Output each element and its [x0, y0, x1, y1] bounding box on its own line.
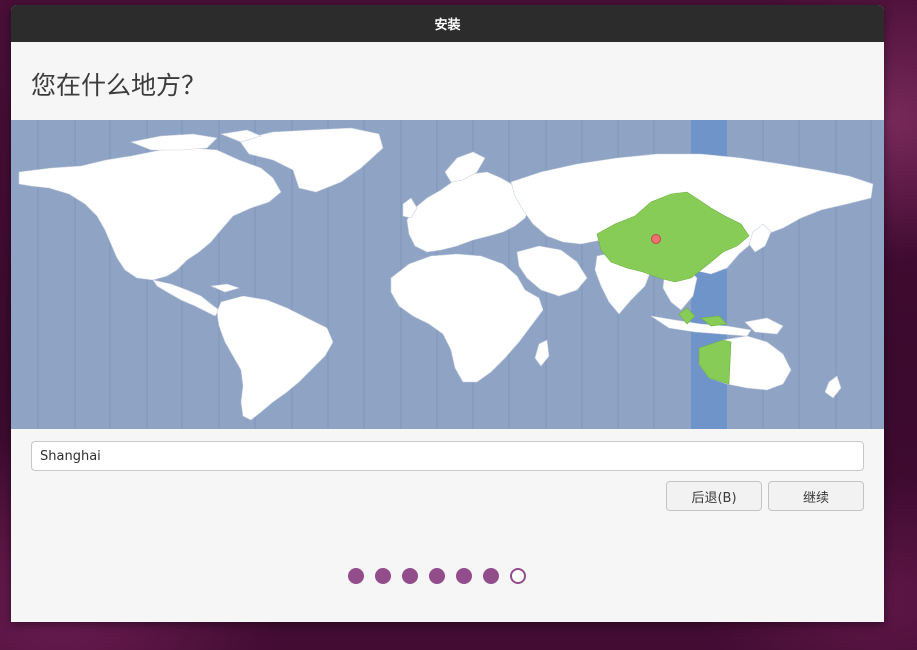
progress-dot-step-7-current [509, 568, 526, 584]
page-title: 您在什么地方？ [31, 71, 207, 100]
back-button[interactable]: 后退(B) [666, 481, 762, 511]
location-input[interactable] [31, 441, 864, 471]
installer-window: 安装 您在什么地方？ Shanghai 后退(B) 继续 [11, 5, 884, 622]
progress-dot-step-4 [428, 568, 445, 584]
progress-dot-step-1 [347, 568, 364, 584]
window-title: 安装 [434, 18, 461, 33]
window-titlebar[interactable]: 安装 [11, 5, 884, 42]
progress-dot-step-5 [455, 568, 472, 584]
progress-dot-step-6 [482, 568, 499, 584]
progress-dot-step-2 [374, 568, 391, 584]
progress-dots [11, 568, 884, 584]
location-marker [651, 234, 661, 244]
world-map-graphic[interactable] [11, 120, 884, 429]
timezone-map[interactable] [11, 120, 884, 429]
continue-button[interactable]: 继续 [768, 481, 864, 511]
progress-dot-step-3 [401, 568, 418, 584]
